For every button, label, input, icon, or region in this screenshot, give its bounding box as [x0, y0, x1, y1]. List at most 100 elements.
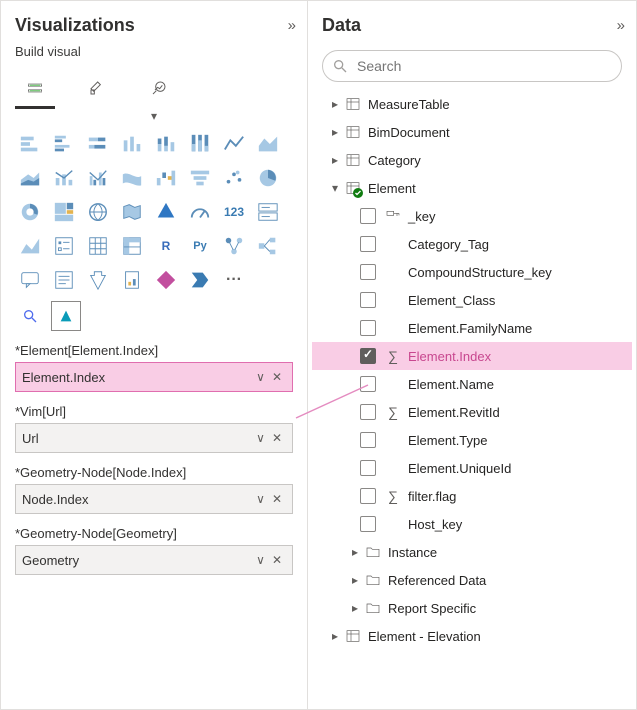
field-element-class[interactable]: Element_Class: [312, 286, 632, 314]
viz-map[interactable]: [83, 197, 113, 227]
checkbox[interactable]: [360, 292, 376, 308]
viz-kpi[interactable]: [15, 231, 45, 261]
field-compoundstructure-key[interactable]: CompoundStructure_key: [312, 258, 632, 286]
well-dropdown-icon[interactable]: ∨: [252, 431, 268, 445]
viz-r-script[interactable]: R: [151, 231, 181, 261]
well-remove-icon[interactable]: ✕: [268, 553, 286, 567]
viz-smart-narrative[interactable]: [49, 265, 79, 295]
viz-power-automate[interactable]: [185, 265, 215, 295]
well-vim-url[interactable]: Url ∨ ✕: [15, 423, 293, 453]
viz-table[interactable]: [83, 231, 113, 261]
viz-pie[interactable]: [253, 163, 283, 193]
tab-expand-icon[interactable]: ▾: [1, 109, 307, 123]
viz-clustered-column[interactable]: [117, 129, 147, 159]
checkbox[interactable]: [360, 320, 376, 336]
well-element-index[interactable]: Element.Index ∨ ✕: [15, 362, 293, 392]
well-geometry[interactable]: Geometry ∨ ✕: [15, 545, 293, 575]
well-dropdown-icon[interactable]: ∨: [252, 553, 268, 567]
viz-multi-card[interactable]: [253, 197, 283, 227]
viz-area[interactable]: [253, 129, 283, 159]
field-element-index[interactable]: ∑ Element.Index: [312, 342, 632, 370]
viz-more[interactable]: ···: [219, 265, 249, 295]
field-element-familyname[interactable]: Element.FamilyName: [312, 314, 632, 342]
expand-icon[interactable]: [326, 153, 344, 167]
viz-clustered-bar[interactable]: [49, 129, 79, 159]
collapse-icon[interactable]: [326, 181, 344, 195]
table-element[interactable]: Element: [312, 174, 632, 202]
well-node-index[interactable]: Node.Index ∨ ✕: [15, 484, 293, 514]
viz-py-script[interactable]: Py: [185, 231, 215, 261]
well-remove-icon[interactable]: ✕: [268, 370, 286, 384]
field-filter-flag[interactable]: ∑ filter.flag: [312, 482, 632, 510]
tab-analytics[interactable]: [139, 69, 179, 109]
tab-fields[interactable]: [15, 69, 55, 109]
well-remove-icon[interactable]: ✕: [268, 431, 286, 445]
viz-card[interactable]: 123: [219, 197, 249, 227]
viz-line-stacked-col[interactable]: [49, 163, 79, 193]
collapse-viz-pane-icon[interactable]: »: [288, 17, 293, 34]
viz-search-button[interactable]: [15, 301, 45, 331]
viz-key-influencers[interactable]: [219, 231, 249, 261]
table-measuretable[interactable]: MeasureTable: [312, 90, 632, 118]
folder-instance[interactable]: Instance: [312, 538, 632, 566]
viz-scatter[interactable]: [219, 163, 249, 193]
viz-metrics[interactable]: [83, 265, 113, 295]
expand-icon[interactable]: [346, 601, 364, 615]
viz-funnel[interactable]: [185, 163, 215, 193]
viz-gauge[interactable]: [185, 197, 215, 227]
table-element-elevation[interactable]: Element - Elevation: [312, 622, 632, 650]
expand-icon[interactable]: [346, 573, 364, 587]
viz-paginated[interactable]: [117, 265, 147, 295]
viz-stacked-area[interactable]: [15, 163, 45, 193]
folder-referenced-data[interactable]: Referenced Data: [312, 566, 632, 594]
viz-stacked100-bar[interactable]: [83, 129, 113, 159]
viz-line-clustered-col[interactable]: [83, 163, 113, 193]
well-dropdown-icon[interactable]: ∨: [252, 492, 268, 506]
viz-stacked-bar[interactable]: [15, 129, 45, 159]
field-element-name[interactable]: Element.Name: [312, 370, 632, 398]
viz-filled-map[interactable]: [117, 197, 147, 227]
checkbox[interactable]: [360, 208, 376, 224]
collapse-data-pane-icon[interactable]: »: [617, 17, 622, 34]
field-element-type[interactable]: Element.Type: [312, 426, 632, 454]
field-element-revitid[interactable]: ∑ Element.RevitId: [312, 398, 632, 426]
well-dropdown-icon[interactable]: ∨: [252, 370, 268, 384]
table-category[interactable]: Category: [312, 146, 632, 174]
viz-line[interactable]: [219, 129, 249, 159]
viz-waterfall[interactable]: [151, 163, 181, 193]
viz-decomp-tree[interactable]: [253, 231, 283, 261]
checkbox[interactable]: [360, 376, 376, 392]
viz-qna[interactable]: [15, 265, 45, 295]
expand-icon[interactable]: [326, 629, 344, 643]
viz-treemap[interactable]: [49, 197, 79, 227]
expand-icon[interactable]: [326, 125, 344, 139]
viz-matrix[interactable]: [117, 231, 147, 261]
well-remove-icon[interactable]: ✕: [268, 492, 286, 506]
viz-donut[interactable]: [15, 197, 45, 227]
field-category-tag[interactable]: Category_Tag: [312, 230, 632, 258]
expand-icon[interactable]: [346, 545, 364, 559]
viz-azure-map[interactable]: [151, 197, 181, 227]
table-bimdocument[interactable]: BimDocument: [312, 118, 632, 146]
checkbox[interactable]: [360, 404, 376, 420]
checkbox[interactable]: [360, 432, 376, 448]
viz-ribbon[interactable]: [117, 163, 147, 193]
checkbox[interactable]: [360, 264, 376, 280]
checkbox[interactable]: [360, 488, 376, 504]
field-element-uniqueid[interactable]: Element.UniqueId: [312, 454, 632, 482]
viz-stacked100-column[interactable]: [185, 129, 215, 159]
checkbox-checked[interactable]: [360, 348, 376, 364]
checkbox[interactable]: [360, 236, 376, 252]
folder-report-specific[interactable]: Report Specific: [312, 594, 632, 622]
viz-stacked-column[interactable]: [151, 129, 181, 159]
checkbox[interactable]: [360, 460, 376, 476]
expand-icon[interactable]: [326, 97, 344, 111]
checkbox[interactable]: [360, 516, 376, 532]
field-key[interactable]: _key: [312, 202, 632, 230]
viz-power-apps[interactable]: [151, 265, 181, 295]
custom-visual-button[interactable]: [51, 301, 81, 331]
field-host-key[interactable]: Host_key: [312, 510, 632, 538]
data-search-input[interactable]: [322, 50, 622, 82]
tab-format[interactable]: [77, 69, 117, 109]
viz-slicer[interactable]: [49, 231, 79, 261]
